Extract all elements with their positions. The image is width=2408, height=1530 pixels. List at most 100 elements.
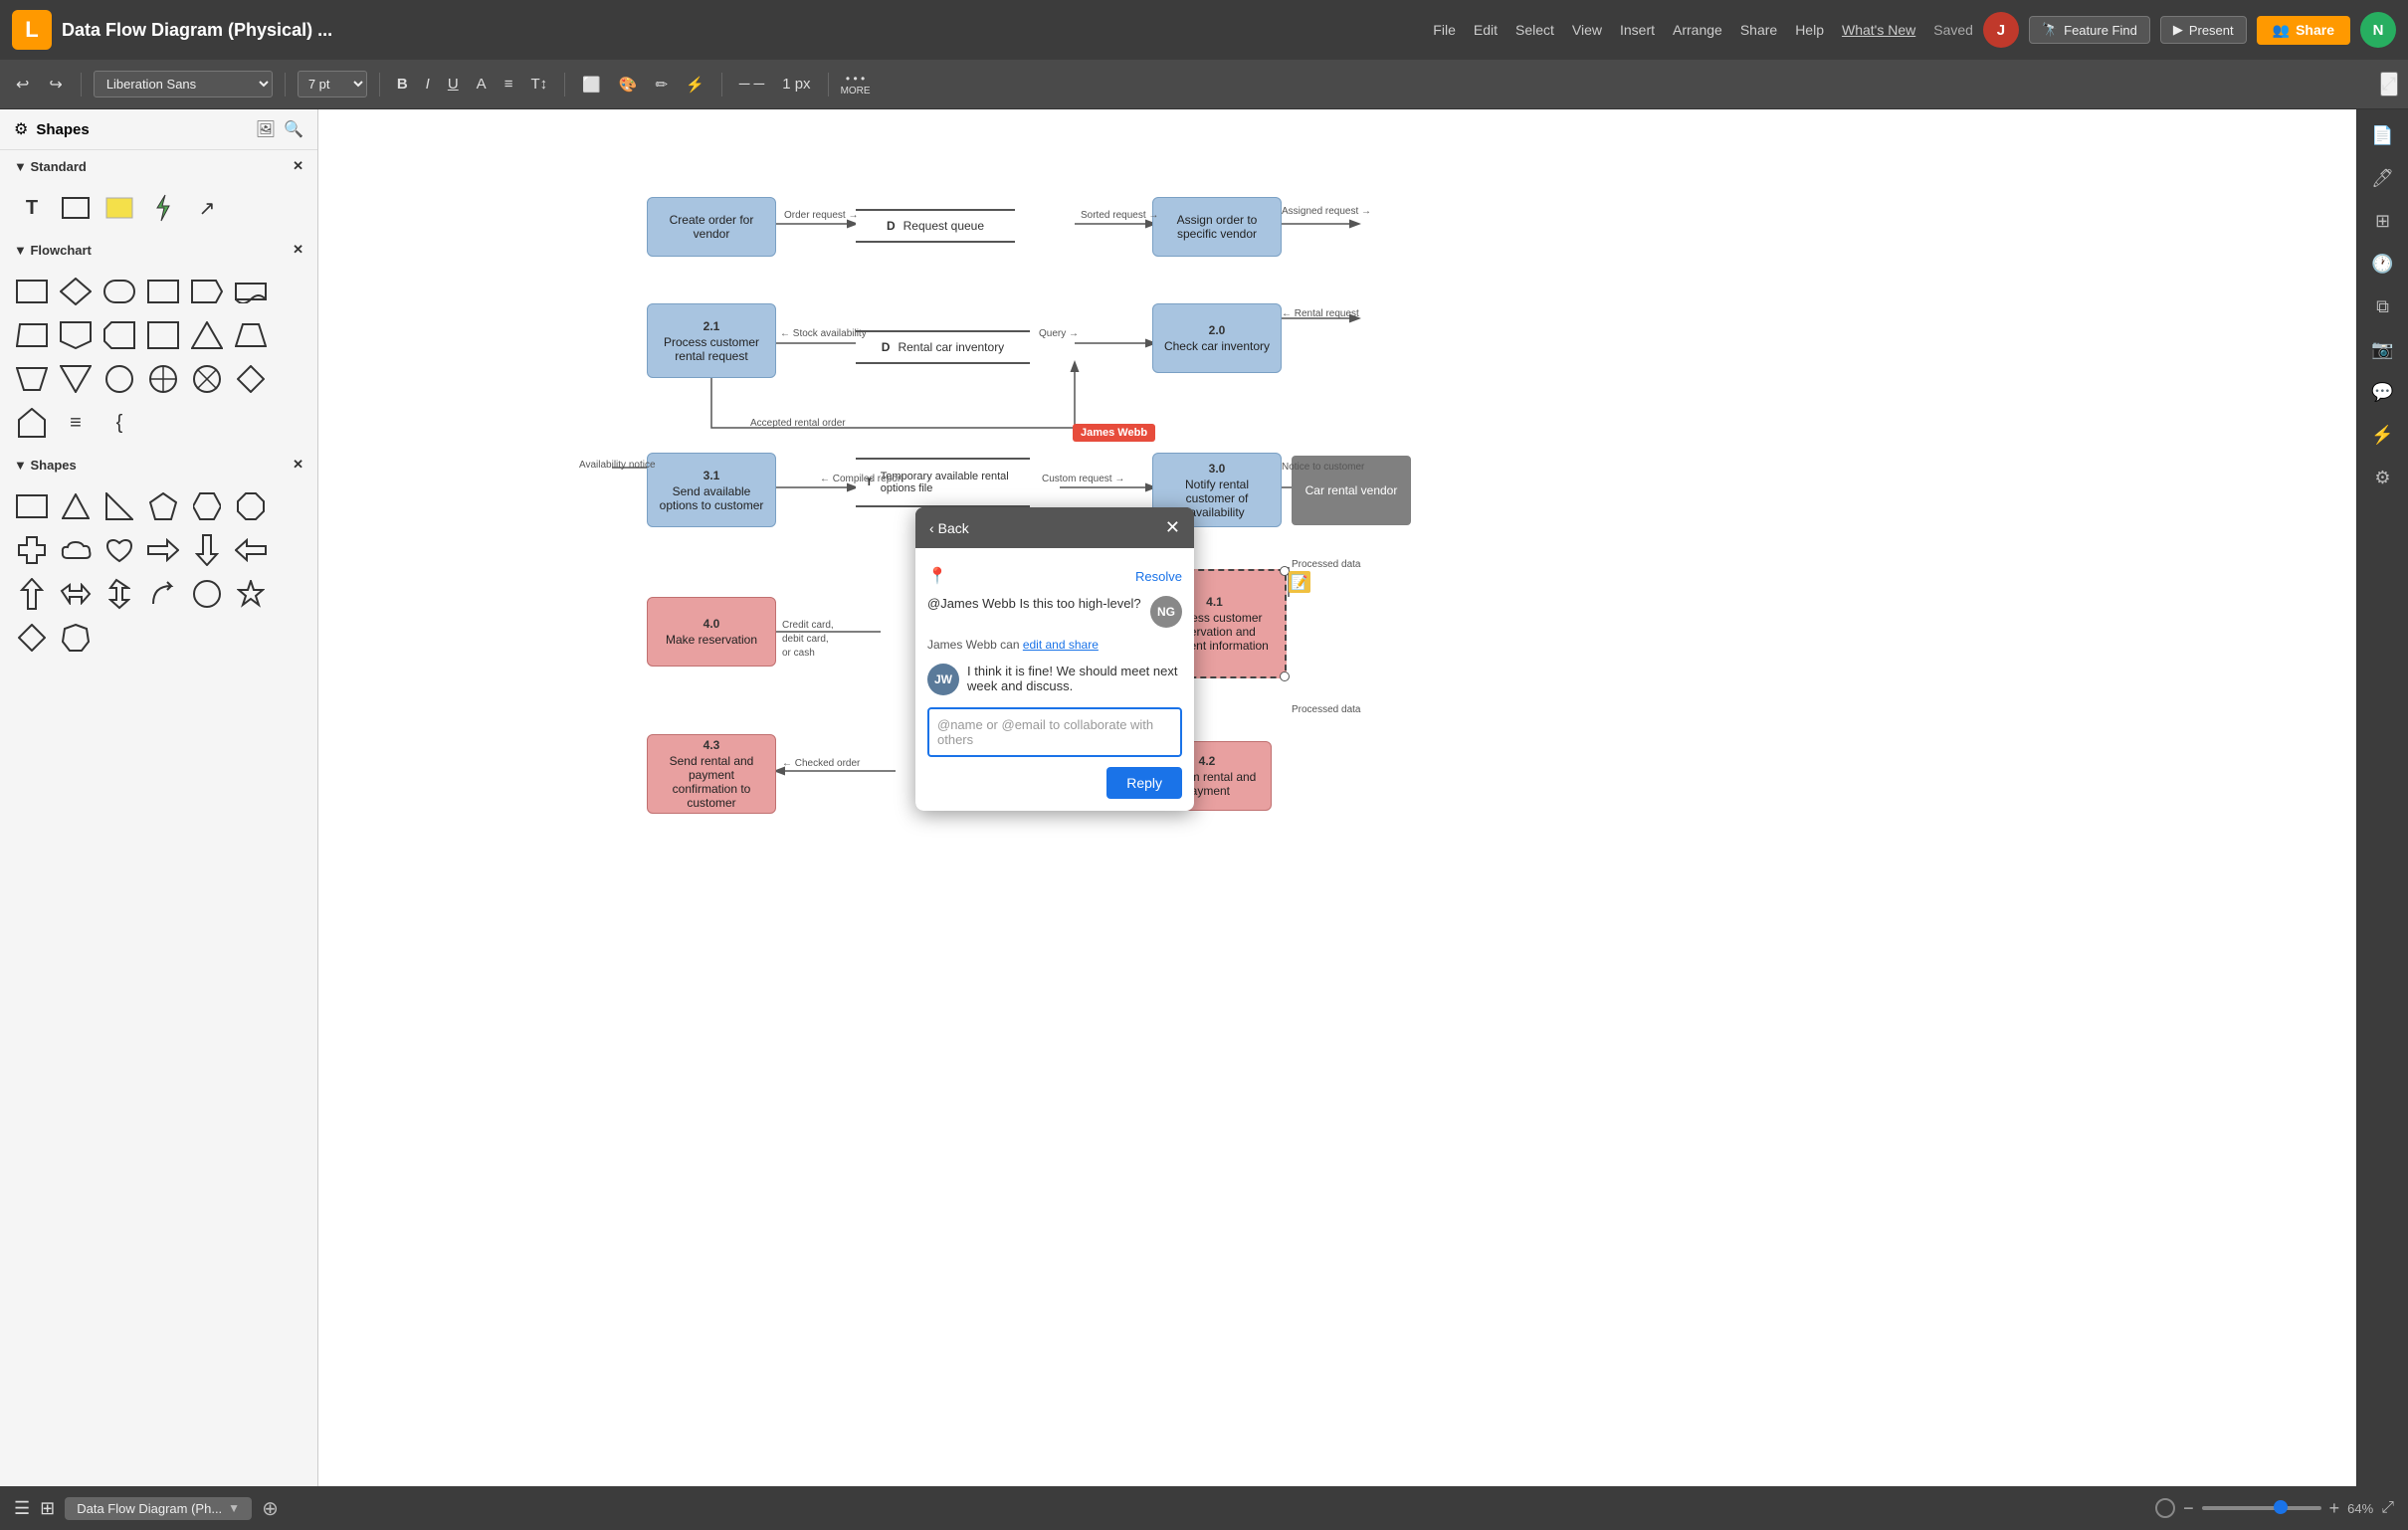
camera-icon[interactable]: 📷 <box>2363 331 2401 368</box>
user-avatar-j[interactable]: J <box>1983 12 2019 48</box>
app-icon[interactable]: L <box>12 10 52 50</box>
menu-insert[interactable]: Insert <box>1620 22 1655 38</box>
datastore-request-queue[interactable]: D Request queue <box>856 209 1015 243</box>
node-43[interactable]: 4.3 Send rental and payment confirmation… <box>647 734 776 814</box>
list-view-icon[interactable]: ☰ <box>14 1498 30 1519</box>
search-icon[interactable]: 🔍 <box>284 119 303 139</box>
sh-right-arrow[interactable] <box>145 532 181 568</box>
present-button[interactable]: ▶ Present <box>2160 16 2247 44</box>
fullscreen-button[interactable]: ⤢ <box>2380 72 2398 96</box>
menu-view[interactable]: View <box>1572 22 1602 38</box>
fill-button[interactable]: 🎨 <box>614 72 643 97</box>
menu-arrange[interactable]: Arrange <box>1673 22 1722 38</box>
fc-inv-trapezoid[interactable] <box>14 361 50 397</box>
edit-share-link[interactable]: edit and share <box>1023 638 1099 652</box>
settings-icon[interactable]: ⚙ <box>2366 460 2398 496</box>
fc-off-page[interactable] <box>58 317 94 353</box>
sh-hexagon[interactable] <box>189 488 225 524</box>
fc-list[interactable]: ≡ <box>58 405 94 441</box>
shape-yellow-rect[interactable] <box>101 190 137 226</box>
diagram-tab[interactable]: Data Flow Diagram (Ph... ▼ <box>65 1497 252 1520</box>
fc-circle[interactable] <box>101 361 137 397</box>
undo-button[interactable]: ↩ <box>10 71 35 98</box>
menu-help[interactable]: Help <box>1795 22 1824 38</box>
user-avatar-n[interactable]: N <box>2360 12 2396 48</box>
sh-irregular[interactable] <box>58 620 94 656</box>
text-format-button[interactable]: T↕ <box>525 72 552 96</box>
fc-rounded[interactable] <box>101 274 137 309</box>
sh-down-arrow[interactable] <box>189 532 225 568</box>
table-icon[interactable]: ⊞ <box>2367 203 2398 240</box>
fc-diamond[interactable] <box>58 274 94 309</box>
fc-circle-x[interactable] <box>189 361 225 397</box>
sh-cross[interactable] <box>14 532 50 568</box>
node-assign-order[interactable]: Assign order to specific vendor <box>1152 197 1282 257</box>
node-40[interactable]: 4.0 Make reservation <box>647 597 776 667</box>
close-flowchart-icon[interactable]: ✕ <box>293 242 303 258</box>
font-size-selector[interactable]: 7 pt <box>298 71 367 97</box>
chat-icon[interactable]: 💬 <box>2363 374 2401 411</box>
close-shapes-icon[interactable]: ✕ <box>293 457 303 473</box>
feature-find-button[interactable]: 🔭 Feature Find <box>2029 16 2150 44</box>
close-standard-icon[interactable]: ✕ <box>293 158 303 174</box>
connection-button[interactable]: ⚡ <box>681 72 709 97</box>
italic-button[interactable]: I <box>421 72 435 96</box>
fc-process[interactable] <box>145 274 181 309</box>
node-31[interactable]: 3.1 Send available options to customer <box>647 453 776 527</box>
underline-button[interactable]: U <box>443 72 464 96</box>
image-search-icon[interactable]: 🖼 <box>256 119 276 139</box>
resolve-button[interactable]: Resolve <box>1135 569 1182 584</box>
fullscreen-icon[interactable]: ⤢ <box>2381 1499 2394 1517</box>
grid-view-icon[interactable]: ⊞ <box>40 1498 55 1519</box>
sh-vert-arrow[interactable] <box>101 576 137 612</box>
reply-button[interactable]: Reply <box>1106 767 1182 799</box>
align-button[interactable]: ≡ <box>500 72 518 96</box>
font-color-button[interactable]: A <box>472 72 492 96</box>
redo-button[interactable]: ↪ <box>43 71 68 98</box>
sh-pentagon[interactable] <box>145 488 181 524</box>
fc-label[interactable] <box>189 274 225 309</box>
zoom-slider[interactable] <box>2202 1506 2321 1510</box>
add-tab-button[interactable]: ⊕ <box>262 1496 279 1521</box>
line-button[interactable]: ✏ <box>651 72 674 97</box>
fc-tape[interactable] <box>233 274 269 309</box>
fc-triangle[interactable] <box>189 317 225 353</box>
sh-rect[interactable] <box>14 488 50 524</box>
sh-triangle[interactable] <box>58 488 94 524</box>
fc-diamond2[interactable] <box>233 361 269 397</box>
share-button[interactable]: 👥 Share <box>2257 16 2350 45</box>
shape-lightning[interactable] <box>145 190 181 226</box>
comment-input[interactable]: @name or @email to collaborate with othe… <box>927 707 1182 757</box>
font-selector[interactable]: Liberation Sans <box>94 71 273 97</box>
format-icon[interactable]: 🖊 <box>2363 160 2402 197</box>
back-button[interactable]: ‹ Back <box>929 520 969 536</box>
note-badge-41[interactable]: 📝 <box>1289 571 1310 593</box>
flowchart-section-header[interactable]: ▼ Flowchart ✕ <box>0 234 317 266</box>
clock-icon[interactable]: 🕐 <box>2363 246 2401 283</box>
sh-octagon[interactable] <box>233 488 269 524</box>
menu-whats-new[interactable]: What's New <box>1842 22 1915 38</box>
zoom-in-button[interactable]: + <box>2329 1498 2340 1519</box>
target-icon[interactable] <box>2155 1498 2175 1518</box>
sh-horiz-arrow[interactable] <box>58 576 94 612</box>
line-width-button[interactable]: 1 px <box>777 72 815 96</box>
zoom-out-button[interactable]: − <box>2183 1498 2194 1519</box>
shape-rect[interactable] <box>58 190 94 226</box>
layers-icon[interactable]: ⧉ <box>2368 288 2397 325</box>
sh-star[interactable] <box>233 576 269 612</box>
plugin-icon[interactable]: ⚡ <box>2363 417 2401 454</box>
fc-trapezoid[interactable] <box>233 317 269 353</box>
sh-circle[interactable] <box>189 576 225 612</box>
menu-select[interactable]: Select <box>1515 22 1554 38</box>
node-create-order[interactable]: Create order for vendor <box>647 197 776 257</box>
sh-heart[interactable] <box>101 532 137 568</box>
fc-annotation[interactable] <box>101 317 137 353</box>
page-icon[interactable]: 📄 <box>2363 117 2401 154</box>
fc-brace[interactable]: { <box>101 405 137 441</box>
node-20[interactable]: 2.0 Check car inventory <box>1152 303 1282 373</box>
bold-button[interactable]: B <box>392 72 413 96</box>
fc-rect[interactable] <box>14 274 50 309</box>
sh-left-arrow[interactable] <box>233 532 269 568</box>
menu-file[interactable]: File <box>1433 22 1456 38</box>
standard-section-header[interactable]: ▼ Standard ✕ <box>0 150 317 182</box>
